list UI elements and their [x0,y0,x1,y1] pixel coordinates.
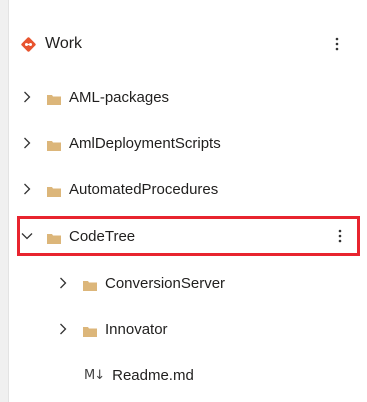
folder-icon [47,138,61,151]
chevron-right-icon[interactable] [20,182,34,196]
tree-item-label: AML-packages [69,88,170,106]
tree-item-label: AmlDeploymentScripts [69,134,221,152]
folder-icon [83,278,97,291]
markdown-icon: M↓ [84,367,105,383]
tree-item-codetree[interactable]: CodeTree [17,216,360,256]
tree-item-label: AutomatedProcedures [69,180,219,198]
git-diamond-icon [20,36,37,53]
folder-icon [47,92,61,105]
chevron-right-icon[interactable] [20,136,34,150]
tree-item-label: Innovator [105,320,168,338]
tree-item-label: CodeTree [69,227,136,245]
chevron-down-icon[interactable] [20,229,34,243]
repo-header[interactable]: Work [20,25,358,63]
tree-item-label: Readme.md [112,366,194,384]
more-vertical-icon[interactable] [335,228,345,244]
folder-icon [47,184,61,197]
tree-item-aml-packages[interactable]: AML-packages [20,78,358,116]
folder-icon [83,324,97,337]
more-vertical-icon[interactable] [332,36,342,52]
tree-item-label: ConversionServer [105,274,226,292]
tree-item-conversionserver[interactable]: ConversionServer [56,264,358,302]
tree-item-innovator[interactable]: Innovator [56,310,358,348]
tree-item-automatedprocedures[interactable]: AutomatedProcedures [20,170,358,208]
folder-icon [47,231,61,244]
chevron-right-icon[interactable] [56,322,70,336]
chevron-right-icon[interactable] [20,90,34,104]
tree-item-readme[interactable]: M↓ Readme.md [84,356,358,394]
chevron-right-icon[interactable] [56,276,70,290]
sidebar-edge [0,0,9,402]
tree-item-amldeploymentscripts[interactable]: AmlDeploymentScripts [20,124,358,162]
repo-name: Work [45,35,83,52]
